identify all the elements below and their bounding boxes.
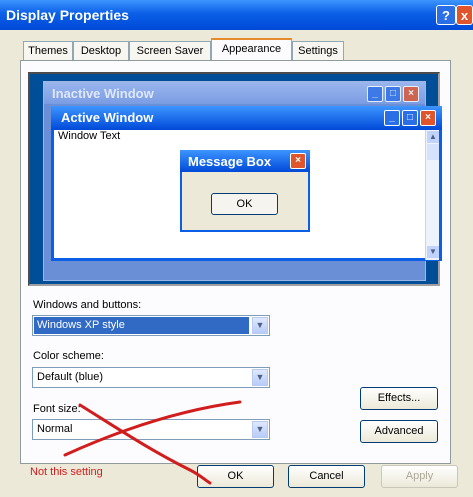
red-cross-annotation — [63, 400, 242, 485]
tab-appearance[interactable]: Appearance — [211, 38, 292, 60]
